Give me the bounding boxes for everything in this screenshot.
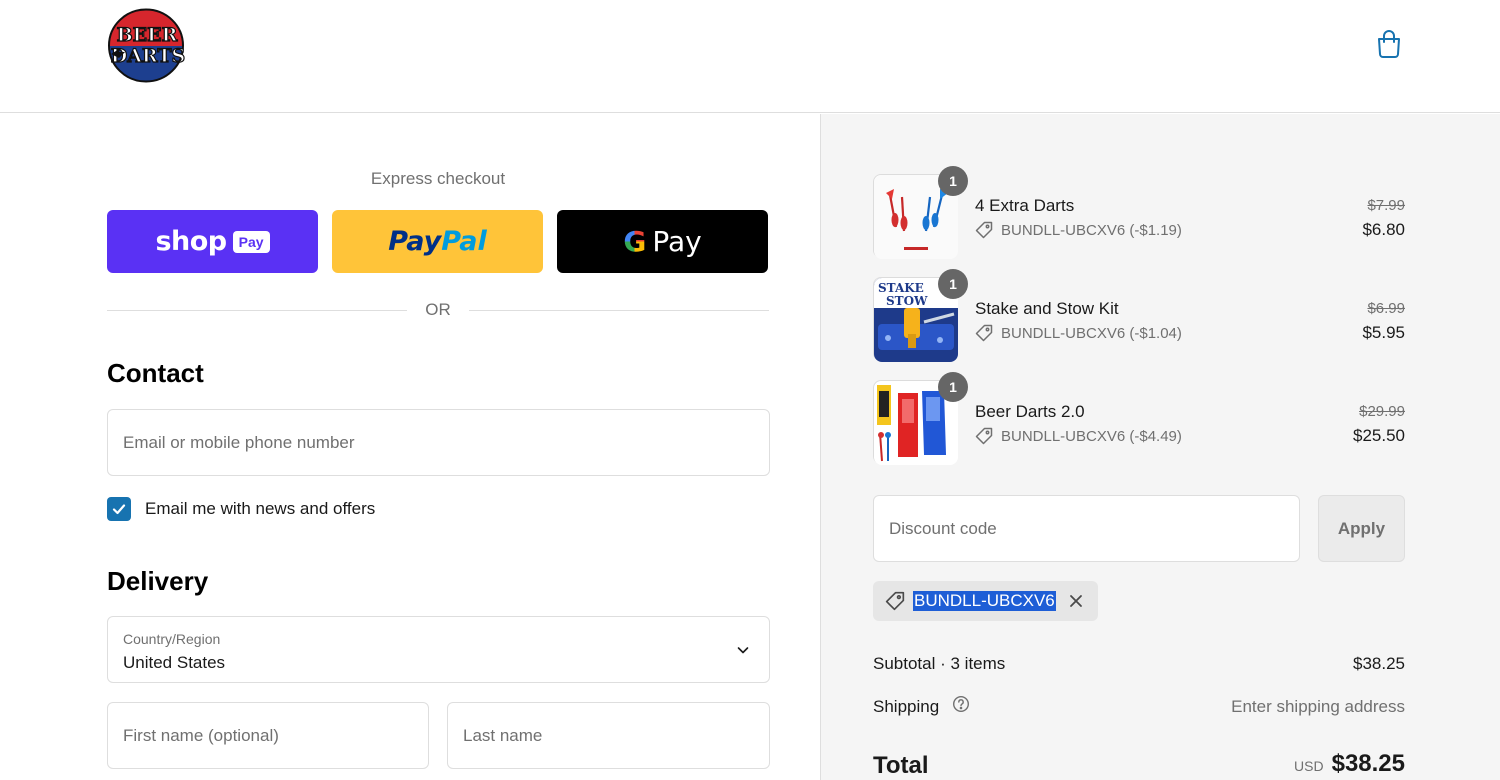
cart-item: 1 4 Extra Darts BUNDLL-UBCXV6 (-$1.19) $… — [873, 166, 1405, 259]
item-discount: BUNDLL-UBCXV6 (-$1.04) — [975, 324, 1182, 342]
paypal-wordmark-pay: Pay — [388, 226, 442, 257]
currency-code: USD — [1294, 758, 1324, 774]
or-label: OR — [425, 300, 451, 319]
discount-code-input[interactable] — [874, 496, 1299, 561]
last-name-field[interactable] — [447, 702, 770, 769]
quantity-badge: 1 — [938, 166, 968, 196]
shopping-bag-icon — [1376, 29, 1402, 63]
newsletter-checkbox[interactable] — [107, 497, 131, 521]
last-name-input[interactable] — [448, 703, 769, 768]
cart-item: 1 Beer Darts 2.0 BUNDLL-UBCXV6 (-$4.49) … — [873, 372, 1405, 465]
item-discount: BUNDLL-UBCXV6 (-$1.19) — [975, 221, 1182, 239]
first-name-field[interactable] — [107, 702, 429, 769]
item-price: $5.95 — [1362, 323, 1405, 342]
newsletter-checkbox-row[interactable]: Email me with news and offers — [107, 497, 375, 521]
tag-icon — [975, 427, 993, 445]
first-name-input[interactable] — [108, 703, 428, 768]
subtotal-value: $38.25 — [1353, 654, 1405, 673]
item-original-price: $6.99 — [1367, 300, 1405, 317]
beer-darts-logo[interactable]: BEER DARTS — [107, 8, 186, 83]
total-row: Total USD $38.25 — [873, 750, 1405, 780]
item-discount: BUNDLL-UBCXV6 (-$4.49) — [975, 427, 1182, 445]
tag-icon — [885, 591, 905, 611]
shop-pay-wordmark: shop — [155, 226, 227, 257]
divider-line — [107, 309, 408, 311]
contact-heading: Contact — [107, 358, 204, 388]
total-amount: USD $38.25 — [1294, 750, 1405, 778]
checkmark-icon — [112, 504, 126, 515]
country-region-select[interactable]: Country/Region United States — [107, 616, 770, 683]
order-summary-column: 1 4 Extra Darts BUNDLL-UBCXV6 (-$1.19) $… — [820, 114, 1500, 780]
shipping-row: Shipping Enter shipping address — [873, 695, 1405, 718]
subtotal-label: Subtotal · 3 items — [873, 654, 1006, 673]
svg-text:STOW: STOW — [886, 294, 928, 308]
shop-pay-button[interactable]: shop Pay — [107, 210, 318, 273]
help-circle-icon[interactable] — [952, 695, 970, 718]
paypal-button[interactable]: Pay Pal — [332, 210, 543, 273]
google-pay-wordmark: Pay — [652, 225, 702, 258]
item-original-price: $7.99 — [1367, 197, 1405, 214]
applied-discount-code: BUNDLL-UBCXV6 — [913, 591, 1056, 611]
quantity-badge: 1 — [938, 372, 968, 402]
google-g-icon: G — [623, 225, 647, 258]
quantity-badge: 1 — [938, 269, 968, 299]
total-value: $38.25 — [1331, 750, 1405, 777]
item-name: Stake and Stow Kit — [975, 299, 1119, 318]
item-discount-text: BUNDLL-UBCXV6 (-$1.19) — [1001, 221, 1182, 239]
or-divider: OR — [107, 299, 769, 321]
tag-icon — [975, 221, 993, 239]
item-name: Beer Darts 2.0 — [975, 402, 1085, 421]
product-thumbnail: 1 — [873, 372, 968, 465]
product-thumbnail: STAKE STOW 1 — [873, 269, 968, 362]
email-input[interactable] — [108, 410, 769, 475]
item-discount-text: BUNDLL-UBCXV6 (-$1.04) — [1001, 324, 1182, 342]
svg-text:BEER: BEER — [117, 24, 178, 46]
item-discount-text: BUNDLL-UBCXV6 (-$4.49) — [1001, 427, 1182, 445]
shipping-value: Enter shipping address — [1231, 697, 1405, 716]
applied-discount-chip: BUNDLL-UBCXV6 — [873, 581, 1098, 621]
paypal-wordmark-pal: Pal — [441, 226, 487, 257]
remove-discount-button[interactable] — [1066, 591, 1086, 611]
shop-pay-badge: Pay — [232, 230, 270, 253]
product-thumbnail: 1 — [873, 166, 968, 259]
cart-item: STAKE STOW 1 Stake and Stow Kit BUNDLL-U… — [873, 269, 1405, 362]
delivery-heading: Delivery — [107, 566, 209, 596]
country-region-caption: Country/Region — [123, 631, 221, 647]
divider-line — [468, 309, 769, 311]
item-original-price: $29.99 — [1359, 403, 1405, 420]
express-checkout-title: Express checkout — [370, 169, 506, 188]
google-pay-button[interactable]: G Pay — [557, 210, 768, 273]
site-header: BEER DARTS — [0, 0, 1500, 113]
subtotal-row: Subtotal · 3 items $38.25 — [873, 654, 1405, 674]
discount-code-field[interactable] — [873, 495, 1300, 562]
cart-button[interactable] — [1373, 29, 1405, 63]
chevron-down-icon — [735, 642, 751, 658]
country-region-value: United States — [123, 653, 226, 672]
shipping-label: Shipping — [873, 697, 940, 716]
tag-icon — [975, 324, 993, 342]
email-field[interactable] — [107, 409, 770, 476]
checkout-form-column: Express checkout shop Pay Pay Pal G Pay O… — [0, 114, 820, 780]
newsletter-label: Email me with news and offers — [145, 499, 376, 518]
close-icon — [1069, 595, 1082, 607]
svg-text:DARTS: DARTS — [111, 45, 185, 67]
svg-text:STAKE: STAKE — [878, 281, 924, 295]
item-name: 4 Extra Darts — [975, 196, 1075, 215]
apply-discount-button[interactable]: Apply — [1318, 495, 1405, 562]
item-price: $6.80 — [1362, 220, 1405, 239]
item-price: $25.50 — [1353, 426, 1405, 445]
total-label: Total — [873, 752, 929, 779]
